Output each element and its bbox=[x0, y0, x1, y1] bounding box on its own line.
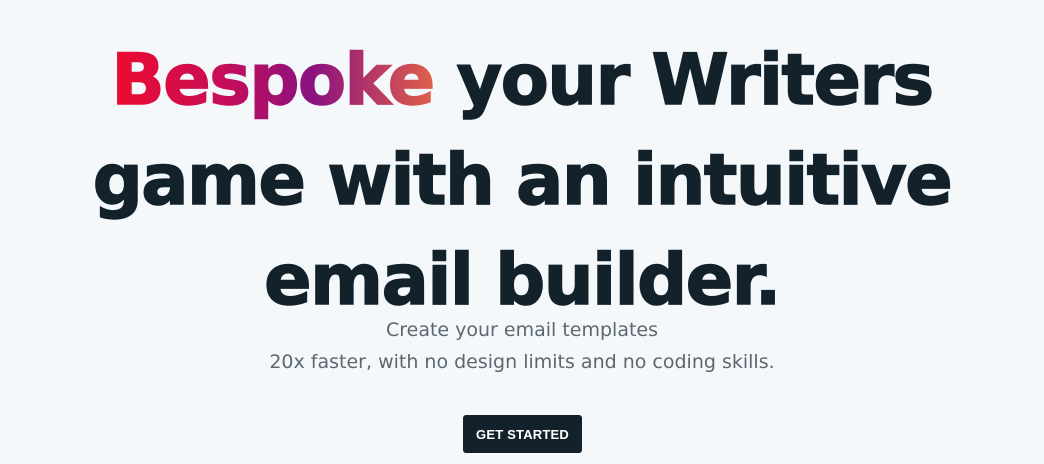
headline-line-2: game with an intuitive bbox=[92, 138, 954, 222]
headline-line-1: Bespoke your Writers bbox=[0, 30, 1044, 130]
headline-highlight-word: Bespoke bbox=[111, 38, 436, 122]
hero-subtitle-line-2: 20x faster, with no design limits and no… bbox=[269, 351, 775, 373]
hero-subtitle-line-1: Create your email templates bbox=[385, 319, 659, 341]
get-started-button[interactable]: GET STARTED bbox=[463, 415, 582, 453]
headline-line-1-rest: your Writers bbox=[433, 38, 935, 122]
hero-section: Bespoke your Writers game with an intuit… bbox=[0, 0, 1044, 464]
hero-headline: Bespoke your Writers game with an intuit… bbox=[0, 30, 1044, 330]
